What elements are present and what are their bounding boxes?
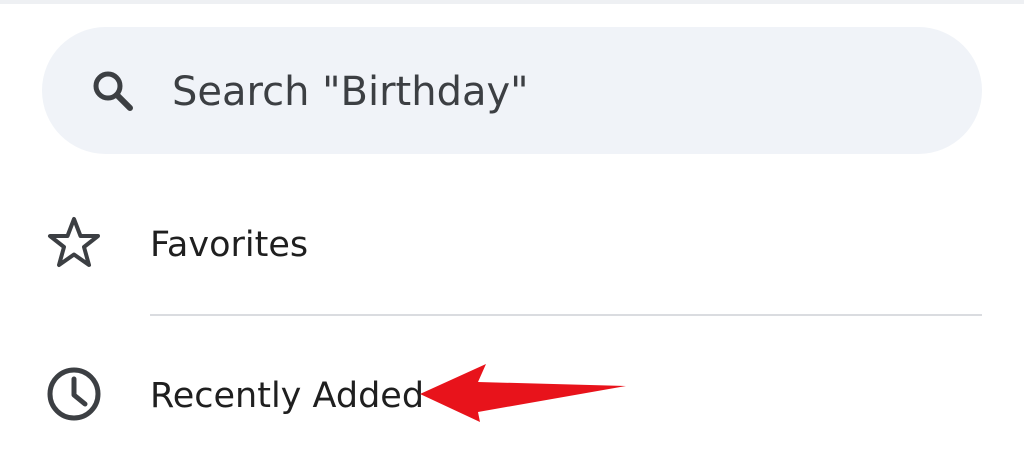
divider xyxy=(150,314,982,316)
red-arrow-annotation xyxy=(420,364,626,422)
clock-icon xyxy=(47,367,101,421)
top-edge-strip xyxy=(0,0,1024,4)
search-icon[interactable] xyxy=(90,68,136,114)
star-outline-icon xyxy=(48,217,100,267)
menu-item-label: Favorites xyxy=(150,225,309,265)
menu-item-label: Recently Added xyxy=(150,376,425,416)
search-input-placeholder[interactable]: Search "Birthday" xyxy=(172,66,529,118)
